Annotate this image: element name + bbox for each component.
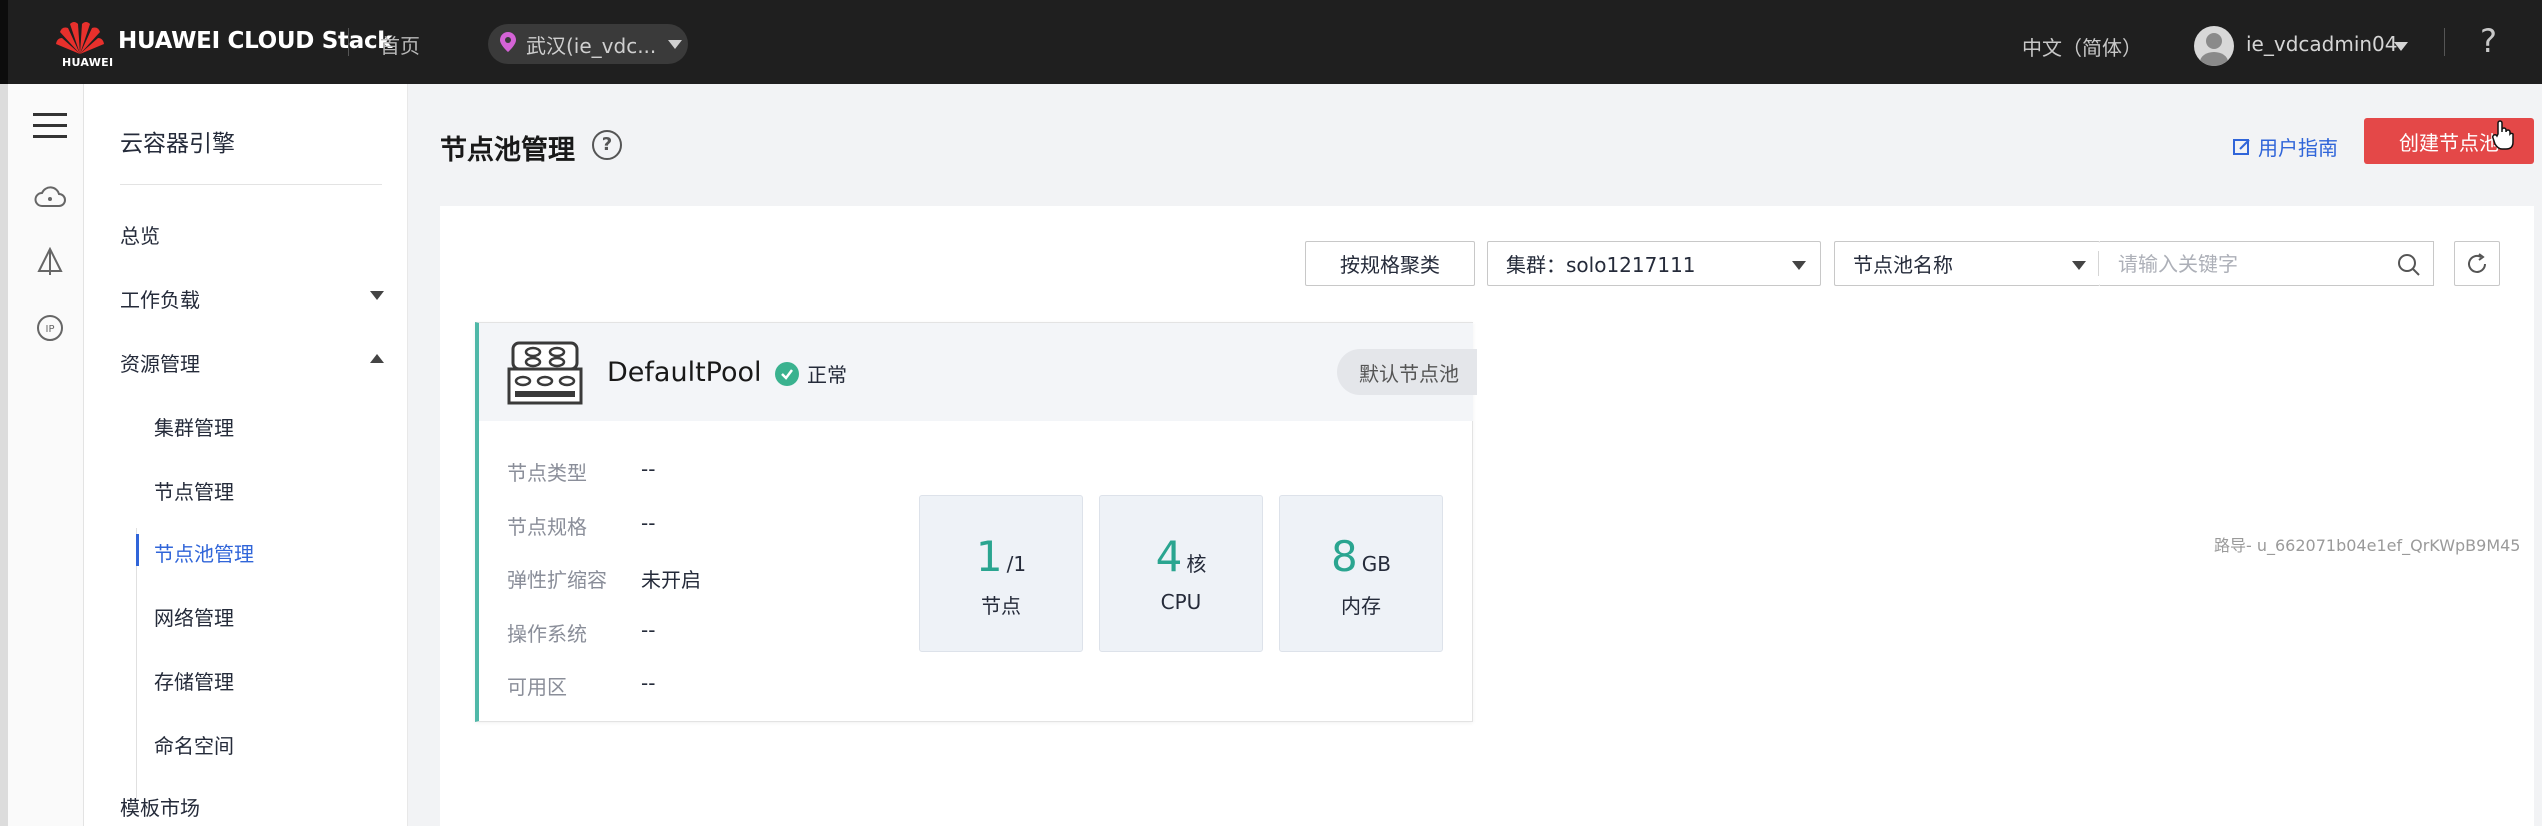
memory-amount: 8 [1331,532,1358,581]
svg-text:IP: IP [46,324,55,335]
node-type-label: 节点类型 [507,461,587,485]
search-icon[interactable] [2397,253,2421,281]
os-label: 操作系统 [507,622,587,646]
cluster-icon[interactable] [30,242,70,282]
node-type-value: -- [641,457,656,481]
sidebar-item-storage[interactable]: 存储管理 [154,666,234,695]
memory-unit: GB [1361,552,1391,576]
sidebar-item-resources[interactable]: 资源管理 [120,348,200,377]
cpu-count: 4 [1155,532,1183,581]
avatar[interactable] [2194,26,2234,66]
page-title: 节点池管理 [440,135,575,166]
hand-cursor-icon [2492,120,2514,154]
search-box[interactable] [2100,241,2434,286]
huawei-logo-icon: HUAWEI [56,18,114,70]
sidebar-item-node[interactable]: 节点管理 [154,476,234,505]
username[interactable]: ie_vdcadmin04 [2246,32,2398,56]
sidebar-item-template-market[interactable]: 模板市场 [120,792,200,821]
nodes-total: /1 [1006,552,1027,576]
nodes-label: 节点 [981,594,1021,618]
az-value: -- [641,671,656,695]
group-by-spec-button[interactable]: 按规格聚类 [1305,241,1475,286]
help-icon[interactable]: ? [2480,22,2497,60]
nodes-count: 1 [975,532,1003,581]
user-guide-label: 用户指南 [2258,136,2338,160]
question-icon[interactable]: ? [592,130,622,160]
memory-label: 内存 [1341,594,1381,618]
refresh-button[interactable] [2454,241,2500,286]
sidebar-item-namespace[interactable]: 命名空间 [154,730,234,759]
chevron-down-icon [668,39,683,49]
chevron-down-icon [2072,261,2086,270]
stat-memory: 8 GB 内存 [1279,495,1443,652]
sidebar-item-cluster[interactable]: 集群管理 [154,412,234,441]
tree-line [136,528,137,798]
filter-field-select[interactable]: 节点池名称 [1834,241,2100,286]
stat-nodes: 1/1 节点 [919,495,1083,652]
sidebar-item-network[interactable]: 网络管理 [154,602,234,631]
stat-cpu: 4核 CPU [1099,495,1263,652]
icon-rail: IP [0,84,84,826]
divider [2444,28,2445,56]
service-title: 云容器引擎 [120,131,235,157]
status-label: 正常 [807,363,847,387]
autoscaling-label: 弹性扩缩容 [507,568,607,592]
os-value: -- [641,618,656,642]
status-badge: 正常 [775,359,847,388]
menu-icon[interactable] [30,106,70,146]
cpu-label: CPU [1160,590,1202,614]
home-link[interactable]: 首页 [380,30,420,59]
divider [120,184,382,185]
filter-field-value: 节点池名称 [1853,253,1953,277]
sidebar-item-nodepool[interactable]: 节点池管理 [154,538,254,567]
search-input[interactable] [2118,251,2378,276]
nodepool-name[interactable]: DefaultPool [607,357,762,388]
divider [2098,251,2099,276]
node-spec-label: 节点规格 [507,515,587,539]
service-sidebar: 云容器引擎 总览 工作负载 资源管理 集群管理 节点管理 节点池管理 网络管理 … [84,84,408,826]
region-selector[interactable]: 武汉(ie_vdc... [488,24,688,64]
check-icon [775,361,799,386]
divider [348,28,349,56]
nodepool-icon [507,339,583,413]
sidebar-item-workload[interactable]: 工作负载 [120,284,200,313]
ip-icon[interactable]: IP [30,308,70,348]
cpu-unit: 核 [1186,552,1207,576]
nodepool-card[interactable]: DefaultPool 正常 默认节点池 节点类型 -- 节点规格 -- 弹性扩… [475,322,1477,722]
chevron-up-icon[interactable] [370,354,384,363]
brand-name: HUAWEI CLOUD Stack [118,28,393,54]
cluster-select[interactable]: 集群：solo1217111 [1487,241,1821,286]
language-selector[interactable]: 中文（简体） [2022,32,2142,61]
chevron-down-icon [1792,261,1806,270]
brand[interactable]: HUAWEI HUAWEI CLOUD Stack [56,18,393,70]
edit-icon [2233,138,2250,155]
location-pin-icon [500,32,516,56]
chevron-down-icon[interactable] [370,291,384,300]
logo-text: HUAWEI [62,56,114,69]
chevron-down-icon[interactable] [2394,42,2408,51]
cloud-icon[interactable] [30,176,70,216]
autoscaling-value: 未开启 [641,568,701,592]
az-label: 可用区 [507,675,567,699]
watermark: 路导- u_662071b04e1ef_QrKWpB9M45 [2214,536,2521,555]
node-spec-value: -- [641,511,656,535]
default-pool-tag: 默认节点池 [1337,349,1477,395]
user-guide-link[interactable]: 用户指南 [2232,132,2338,161]
cluster-select-value: 集群：solo1217111 [1506,253,1696,277]
region-label: 武汉(ie_vdc... [526,33,657,58]
active-indicator [136,534,139,566]
top-navigation-bar: HUAWEI HUAWEI CLOUD Stack 首页 武汉(ie_vdc..… [0,0,2542,84]
sidebar-item-overview[interactable]: 总览 [120,220,160,249]
refresh-icon [2468,252,2486,273]
